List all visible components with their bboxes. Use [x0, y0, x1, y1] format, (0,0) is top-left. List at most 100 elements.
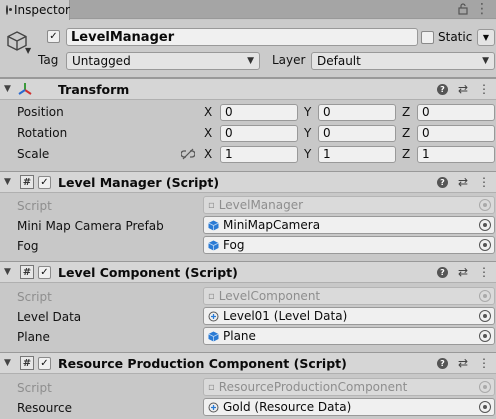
level-component-header-tools: ? ⇄ ⋮ — [436, 265, 490, 279]
rotation-y-input[interactable]: 0 — [318, 125, 396, 142]
fog-field[interactable]: Fog — [203, 236, 495, 254]
resource-production-title: Resource Production Component (Script) — [58, 356, 347, 371]
kebab-menu-icon[interactable]: ⋮ — [478, 175, 490, 189]
tag-dropdown[interactable]: Untagged ▼ — [66, 52, 260, 70]
tag-label: Tag — [38, 53, 59, 67]
static-checkbox[interactable] — [421, 31, 434, 44]
position-y-input[interactable]: 0 — [318, 104, 396, 121]
prefab-cube-icon — [208, 220, 219, 230]
foldout-caret-icon[interactable]: ▼ — [4, 84, 11, 94]
transform-axes-icon — [17, 81, 33, 100]
axis-x-label: X — [204, 105, 213, 119]
scale-label: Scale — [17, 147, 50, 161]
tab-bar — [0, 0, 496, 19]
script-label: Script — [17, 381, 52, 395]
object-name-input[interactable]: LevelManager — [66, 28, 418, 46]
kebab-menu-icon[interactable]: ⋮ — [478, 265, 490, 279]
scriptable-object-icon — [208, 311, 219, 321]
position-z-input[interactable]: 0 — [417, 104, 495, 121]
layer-dropdown[interactable]: Default ▼ — [311, 52, 495, 70]
resource-label: Resource — [17, 401, 73, 415]
axis-z-label: Z — [402, 105, 411, 119]
object-picker-icon[interactable] — [479, 239, 491, 251]
foldout-caret-icon[interactable]: ▼ — [4, 267, 11, 277]
component-enabled-checkbox[interactable]: ✓ — [38, 266, 51, 279]
scale-x-input[interactable]: 1 — [220, 146, 298, 163]
axis-y-label: Y — [304, 105, 312, 119]
axis-x-label: X — [204, 147, 213, 161]
resource-production-header-tools: ? ⇄ ⋮ — [436, 356, 490, 370]
script-field: ▫ LevelComponent — [203, 287, 495, 305]
help-icon[interactable]: ? — [436, 266, 448, 278]
fog-value: Fog — [223, 238, 245, 252]
rotation-z-input[interactable]: 0 — [417, 125, 495, 142]
scale-y-input[interactable]: 1 — [318, 146, 396, 163]
transform-title: Transform — [58, 82, 130, 97]
script-field: ▫ ResourceProductionComponent — [203, 378, 495, 396]
mini-map-camera-prefab-field[interactable]: MiniMapCamera — [203, 216, 495, 234]
foldout-caret-icon[interactable]: ▼ — [4, 358, 11, 368]
plane-field[interactable]: Plane — [203, 327, 495, 345]
foldout-caret-icon[interactable]: ▼ — [4, 177, 11, 187]
help-icon[interactable]: ? — [436, 176, 448, 188]
script-value: LevelComponent — [218, 289, 321, 303]
script-file-icon: ▫ — [208, 199, 215, 211]
link-scale-icon[interactable] — [180, 148, 196, 163]
scale-z-input[interactable]: 1 — [417, 146, 495, 163]
script-hash-icon: # — [20, 265, 34, 279]
presets-sliders-icon[interactable]: ⇄ — [458, 265, 468, 279]
position-x-input[interactable]: 0 — [220, 104, 298, 121]
help-icon[interactable]: ? — [436, 357, 448, 369]
rotation-label: Rotation — [17, 126, 68, 140]
prefab-cube-icon — [208, 331, 219, 341]
level-component-title: Level Component (Script) — [58, 265, 238, 280]
object-picker-icon[interactable] — [479, 401, 491, 413]
chevron-down-icon: ▼ — [247, 56, 254, 66]
presets-sliders-icon[interactable]: ⇄ — [458, 82, 468, 96]
kebab-menu-icon[interactable]: ⋮ — [478, 82, 490, 96]
object-picker-icon[interactable] — [479, 310, 491, 322]
level-manager-header-tools: ? ⇄ ⋮ — [436, 175, 490, 189]
object-picker-icon — [479, 290, 491, 302]
script-field: ▫ LevelManager — [203, 196, 495, 214]
object-picker-icon[interactable] — [479, 330, 491, 342]
object-picker-icon — [479, 199, 491, 211]
script-file-icon: ▫ — [208, 290, 215, 302]
axis-z-label: Z — [402, 126, 411, 140]
level-data-value: Level01 (Level Data) — [223, 309, 348, 323]
script-label: Script — [17, 290, 52, 304]
level-data-field[interactable]: Level01 (Level Data) — [203, 307, 495, 325]
kebab-menu-icon[interactable]: ⋮ — [475, 1, 489, 17]
lock-icon[interactable] — [458, 3, 468, 18]
axis-x-label: X — [204, 126, 213, 140]
tab-inspector[interactable]: Inspector — [0, 0, 70, 20]
rotation-x-input[interactable]: 0 — [220, 125, 298, 142]
static-dropdown-caret-icon[interactable]: ▼ — [477, 29, 495, 46]
prefab-cube-icon — [208, 240, 219, 250]
resource-value: Gold (Resource Data) — [223, 400, 352, 414]
resource-field[interactable]: Gold (Resource Data) — [203, 398, 495, 416]
component-enabled-checkbox[interactable]: ✓ — [38, 357, 51, 370]
scriptable-object-icon — [208, 402, 219, 412]
active-checkbox[interactable]: ✓ — [47, 30, 60, 43]
script-value: ResourceProductionComponent — [218, 380, 408, 394]
mini-map-camera-prefab-value: MiniMapCamera — [223, 218, 321, 232]
transform-header-tools: ? ⇄ ⋮ — [436, 82, 490, 96]
mini-map-camera-prefab-label: Mini Map Camera Prefab — [17, 219, 164, 233]
component-enabled-checkbox[interactable]: ✓ — [38, 176, 51, 189]
presets-sliders-icon[interactable]: ⇄ — [458, 175, 468, 189]
script-hash-icon: # — [20, 356, 34, 370]
presets-sliders-icon[interactable]: ⇄ — [458, 356, 468, 370]
plane-value: Plane — [223, 329, 256, 343]
level-manager-title: Level Manager (Script) — [58, 175, 220, 190]
axis-y-label: Y — [304, 147, 312, 161]
script-file-icon: ▫ — [208, 381, 215, 393]
kebab-menu-icon[interactable]: ⋮ — [478, 356, 490, 370]
script-label: Script — [17, 199, 52, 213]
object-picker-icon — [479, 381, 491, 393]
script-hash-icon: # — [20, 175, 34, 189]
icon-dropdown-caret-icon[interactable]: ▼ — [25, 46, 31, 55]
script-value: LevelManager — [218, 198, 304, 212]
help-icon[interactable]: ? — [436, 83, 448, 95]
object-picker-icon[interactable] — [479, 219, 491, 231]
